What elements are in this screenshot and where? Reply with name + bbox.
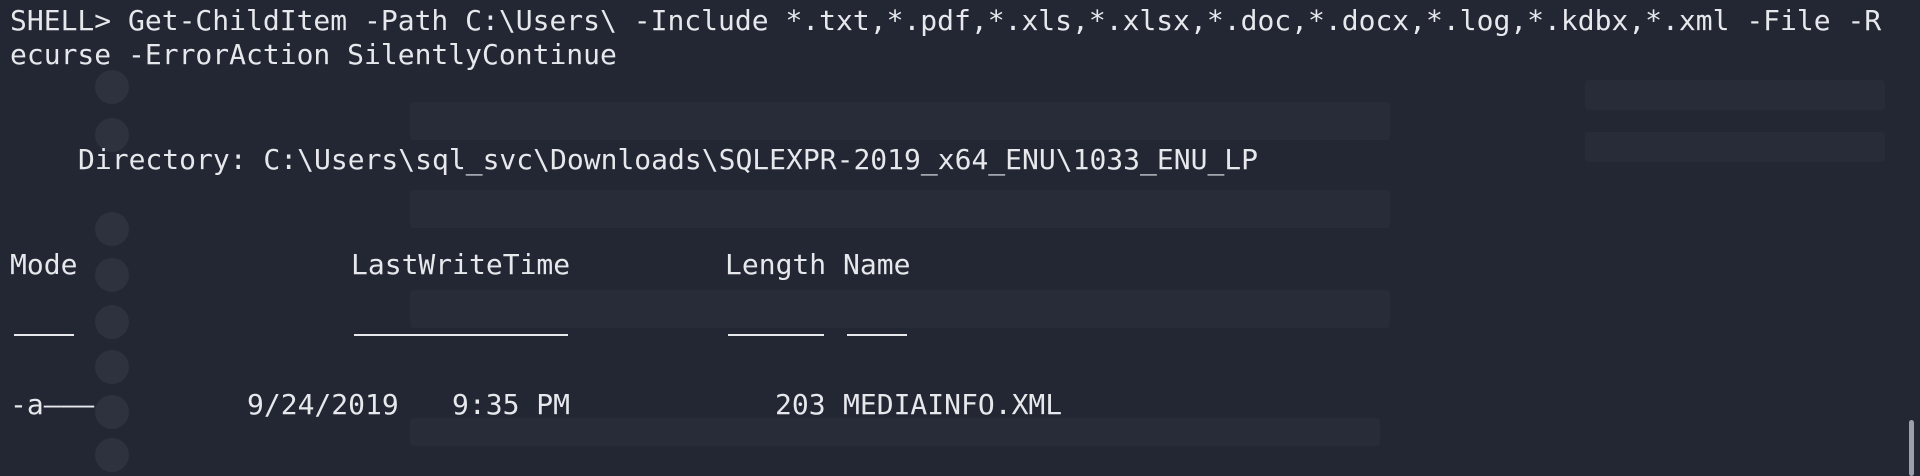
command-line-continuation: ecurse -ErrorAction SilentlyContinue — [10, 38, 617, 71]
ghost-code-block — [410, 290, 1390, 328]
column-header-mode: Mode — [10, 248, 78, 281]
ghost-code-block — [410, 418, 1380, 446]
ghost-avatar — [95, 305, 129, 339]
column-header-lastwritetime: LastWriteTime — [351, 248, 571, 281]
ghost-code-block — [410, 102, 1390, 140]
row-length: 203 — [775, 388, 826, 421]
ghost-avatar — [95, 395, 129, 429]
header-underline-mode — [14, 334, 74, 336]
ghost-sidebar-row — [1585, 132, 1885, 162]
column-header-length: Length — [725, 248, 827, 281]
row-time: 9:35 PM — [452, 388, 571, 421]
scrollbar-thumb[interactable] — [1909, 420, 1914, 476]
terminal-window[interactable]: SHELL> Get-ChildItem -Path C:\Users\ -In… — [0, 0, 1920, 476]
ghost-avatar — [95, 350, 129, 384]
ghost-sidebar-row — [1585, 80, 1885, 110]
ghost-code-block — [410, 190, 1390, 228]
row-name: MEDIAINFO.XML — [843, 388, 1063, 421]
row-mode: -a——— — [10, 388, 95, 421]
header-underline-name — [847, 334, 907, 336]
column-header-name: Name — [843, 248, 911, 281]
header-underline-lastwritetime — [354, 334, 568, 336]
row-date: 9/24/2019 — [247, 388, 399, 421]
ghost-avatar — [95, 438, 129, 472]
ghost-avatar — [95, 70, 129, 104]
directory-line: Directory: C:\Users\sql_svc\Downloads\SQ… — [78, 143, 1259, 176]
ghost-avatar — [95, 258, 129, 292]
ghost-avatar — [95, 212, 129, 246]
header-underline-length — [728, 334, 824, 336]
command-line: SHELL> Get-ChildItem -Path C:\Users\ -In… — [10, 4, 1882, 37]
